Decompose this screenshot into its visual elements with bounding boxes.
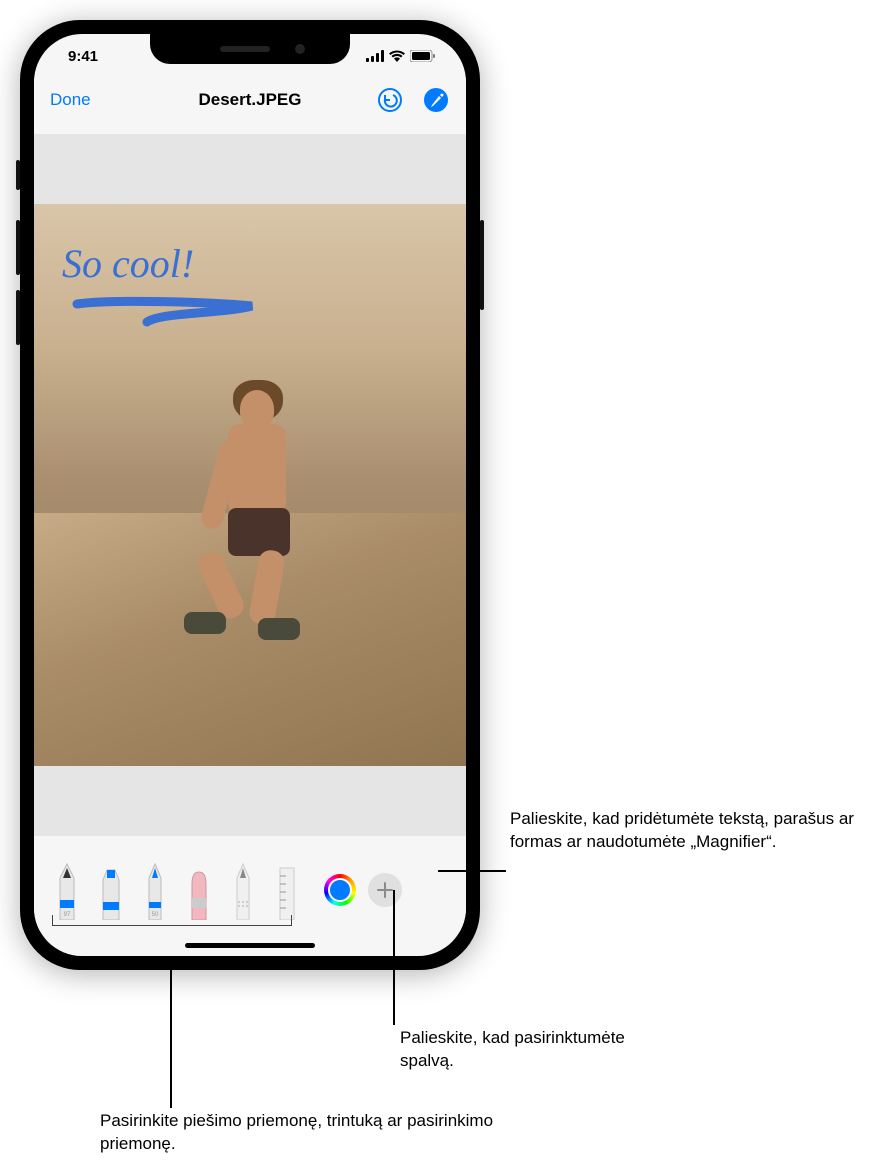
markup-annotation-text[interactable]: So cool! — [62, 240, 194, 287]
silent-switch — [16, 160, 20, 190]
phone-frame: 9:41 Done Desert.JPEG — [20, 20, 480, 970]
notch — [150, 34, 350, 64]
cellular-icon — [366, 50, 384, 62]
home-indicator[interactable] — [185, 943, 315, 948]
file-title: Desert.JPEG — [199, 90, 302, 110]
markup-icon — [423, 87, 449, 113]
callout-color-line — [393, 890, 395, 1025]
add-button[interactable] — [368, 873, 402, 907]
screen: 9:41 Done Desert.JPEG — [34, 34, 466, 956]
undo-button[interactable] — [376, 86, 404, 114]
canvas-area[interactable]: So cool! — [34, 134, 466, 836]
color-picker-button[interactable] — [324, 874, 356, 906]
markup-toolbar: 97 50 — [34, 840, 466, 932]
tools-bracket — [52, 915, 292, 926]
volume-up-button — [16, 220, 20, 275]
status-icons — [366, 50, 442, 62]
status-time: 9:41 — [58, 48, 98, 65]
marker-tool[interactable] — [92, 856, 130, 920]
wifi-icon — [389, 50, 405, 62]
done-button[interactable]: Done — [50, 90, 91, 110]
lasso-tool[interactable] — [224, 856, 262, 920]
photo: So cool! — [34, 204, 466, 766]
person-figure — [198, 390, 338, 650]
callout-color: Palieskite, kad pasirinktumėte spalvą. — [400, 1027, 680, 1073]
callout-add-line — [438, 870, 506, 872]
ruler-tool[interactable] — [268, 856, 306, 920]
plus-icon — [376, 881, 394, 899]
pen-tool[interactable]: 97 — [48, 856, 86, 920]
volume-down-button — [16, 290, 20, 345]
pencil-tool[interactable]: 50 — [136, 856, 174, 920]
eraser-tool[interactable] — [180, 856, 218, 920]
nav-bar: Done Desert.JPEG — [34, 78, 466, 122]
battery-icon — [410, 50, 436, 62]
callout-tools: Pasirinkite piešimo priemonę, trintuką a… — [100, 1110, 520, 1156]
markup-drawn-line[interactable] — [72, 294, 272, 334]
callout-add: Palieskite, kad pridėtumėte tekstą, para… — [510, 808, 880, 854]
callout-tools-line — [170, 960, 172, 1108]
markup-button[interactable] — [422, 86, 450, 114]
power-button — [480, 220, 484, 310]
undo-icon — [377, 87, 403, 113]
